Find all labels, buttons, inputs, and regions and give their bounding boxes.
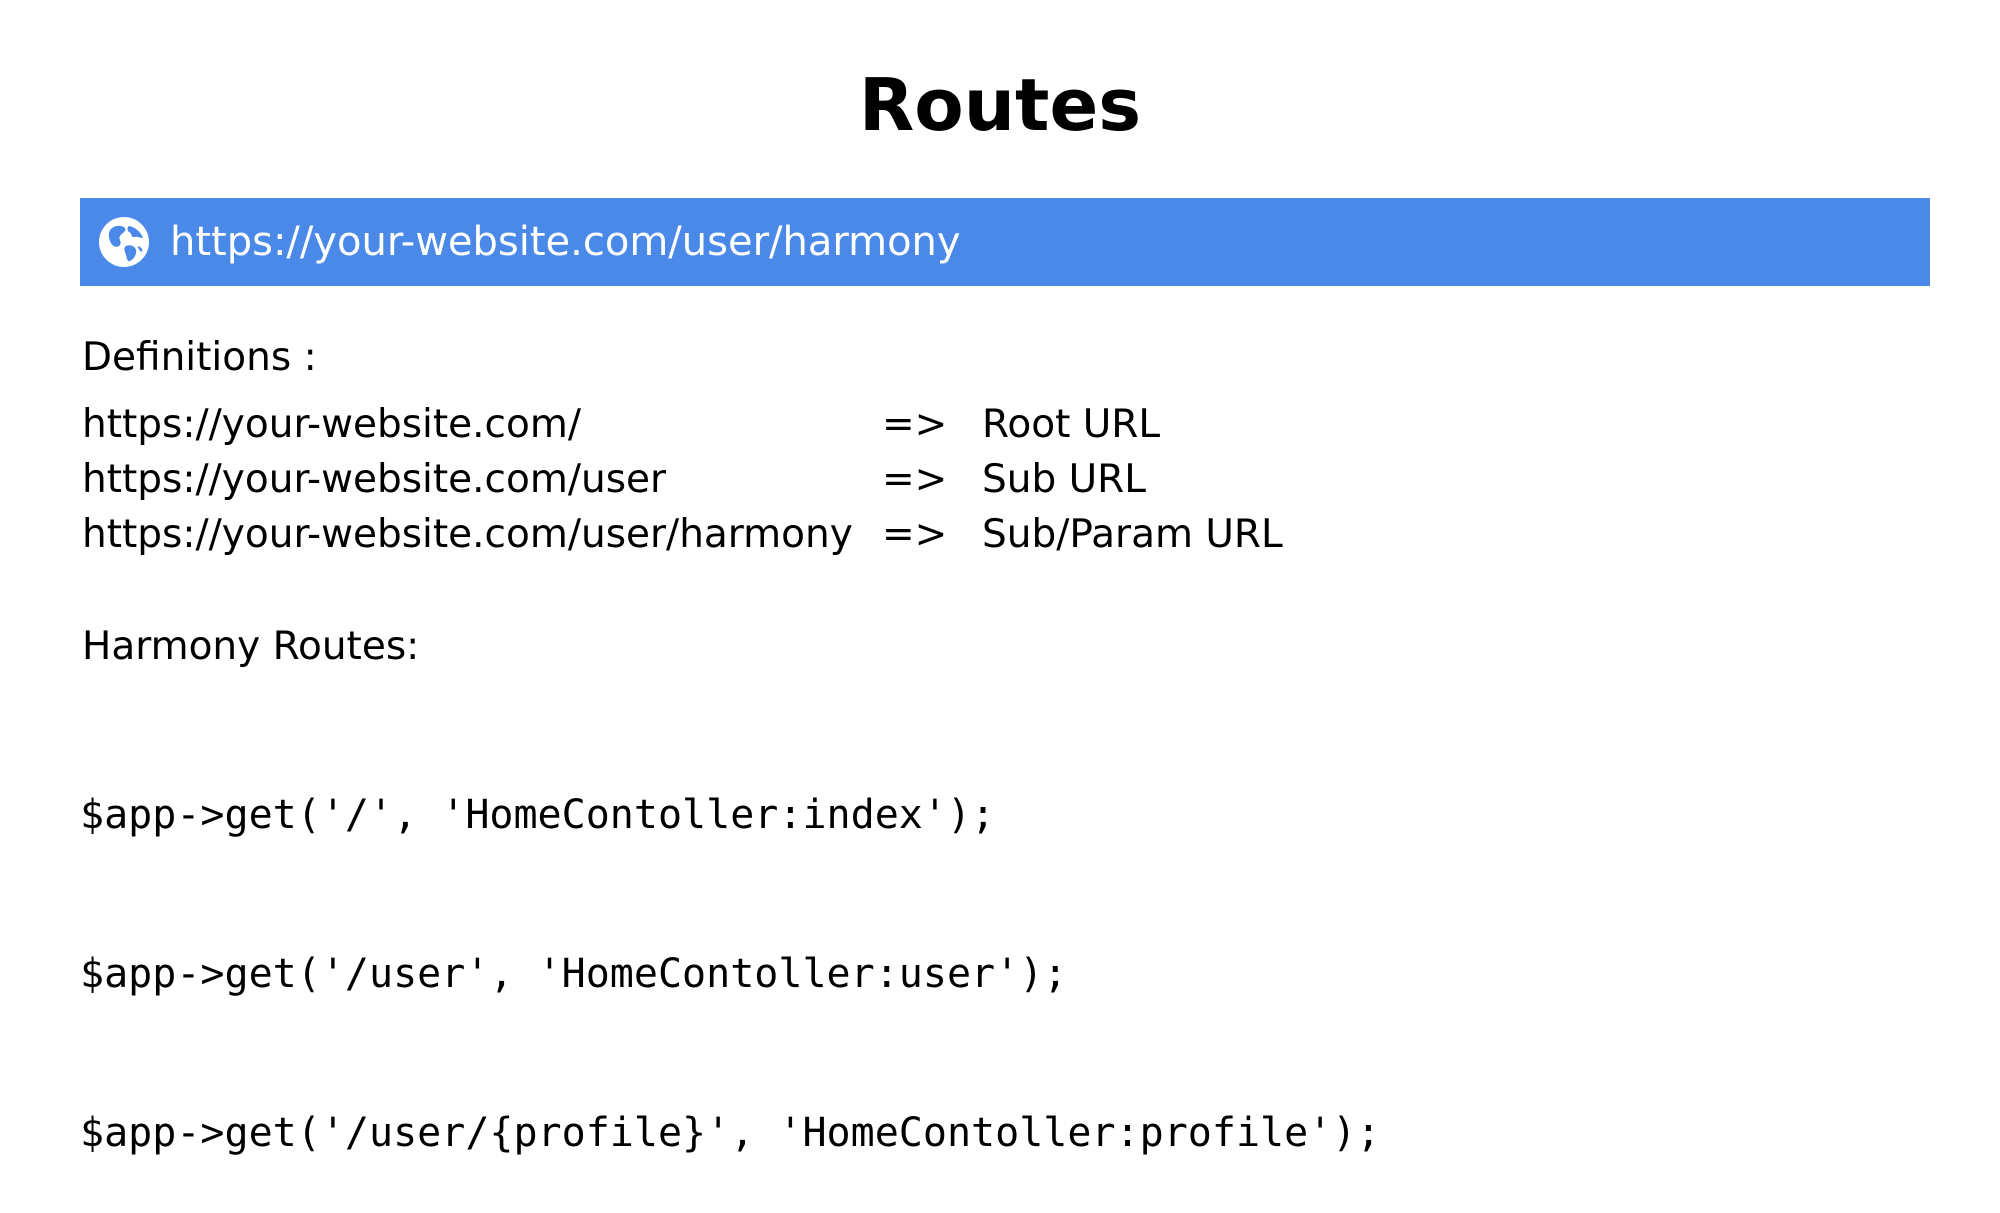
code-line: $app->get('/user/{profile}', 'HomeContol…	[80, 1110, 1381, 1156]
definition-row: https://your-website.com/user/harmony =>…	[82, 507, 1582, 562]
definitions-label: Definitions :	[82, 335, 317, 380]
definition-arrow: =>	[882, 457, 948, 502]
code-line: $app->get('/', 'HomeContoller:index');	[80, 792, 996, 838]
definitions-list: https://your-website.com/ => Root URL ht…	[82, 397, 1582, 562]
routes-label: Harmony Routes:	[82, 624, 420, 669]
definition-arrow: =>	[882, 512, 948, 557]
definition-url: https://your-website.com/	[82, 402, 581, 447]
definition-url: https://your-website.com/user/harmony	[82, 512, 853, 557]
definition-url: https://your-website.com/user	[82, 457, 667, 502]
definition-meaning: Root URL	[982, 402, 1161, 447]
url-text: https://your-website.com/user/harmony	[170, 219, 961, 265]
globe-icon	[99, 217, 149, 267]
definition-row: https://your-website.com/user => Sub URL	[82, 452, 1582, 507]
code-line: $app->get('/user', 'HomeContoller:user')…	[80, 951, 1068, 997]
url-bar: https://your-website.com/user/harmony	[80, 198, 1930, 286]
definition-meaning: Sub URL	[982, 457, 1146, 502]
definition-row: https://your-website.com/ => Root URL	[82, 397, 1582, 452]
definition-meaning: Sub/Param URL	[982, 512, 1283, 557]
definition-arrow: =>	[882, 402, 948, 447]
code-block: $app->get('/', 'HomeContoller:index'); $…	[80, 683, 1380, 1213]
page-title: Routes	[858, 63, 1142, 147]
